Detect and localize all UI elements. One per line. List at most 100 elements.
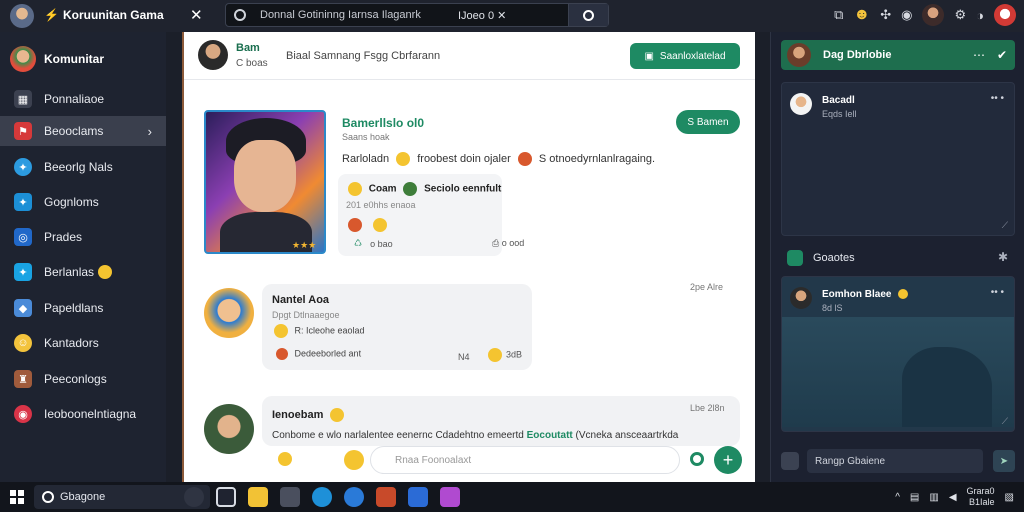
avatar[interactable]	[204, 288, 254, 338]
attach-icon[interactable]	[690, 452, 704, 466]
quote-title: Coam Seciolo eennfult	[344, 182, 501, 196]
smiley-icon[interactable]: ☻	[853, 6, 870, 24]
quote-sub: 201 e0hhs enaoa	[346, 200, 416, 210]
sidebar-item-7[interactable]: ☺ Kantadors	[0, 328, 166, 358]
chat-card[interactable]: Eomhon Blaee 8d lS •• • ⟋	[781, 276, 1015, 432]
profile-avatar[interactable]	[994, 4, 1016, 26]
sticker-icon[interactable]	[344, 450, 364, 470]
reaction-row	[344, 218, 391, 232]
code-icon[interactable]	[408, 487, 428, 507]
search-icon	[583, 9, 594, 21]
card-name: Bacadl	[822, 95, 855, 106]
emoji-icon[interactable]	[781, 452, 799, 470]
post-author[interactable]: Bamerllslo ol0	[342, 116, 424, 130]
search-icon	[42, 491, 54, 503]
panel-input[interactable]: Rangp Gbaiene	[807, 449, 983, 473]
user-avatar[interactable]	[922, 4, 945, 26]
titlebar-icons: ⧉ ☻ ✣ ◉ ⚙ ◑	[834, 4, 1016, 26]
browser-icon[interactable]	[312, 487, 332, 507]
folder-icon[interactable]	[248, 487, 268, 507]
notification-icon[interactable]: ▧	[1005, 492, 1014, 503]
gear-icon[interactable]: ⚙	[954, 7, 966, 23]
sidebar-item-0[interactable]: ▦ Ponnaliaoe	[0, 84, 166, 114]
sidebar-item-5[interactable]: ✦ Berlanlas	[0, 257, 166, 287]
resize-icon[interactable]: ⟋	[1002, 416, 1008, 427]
keyboard-icon[interactable]: ▤	[910, 492, 919, 503]
app-avatar[interactable]	[10, 4, 34, 28]
comment-react-text: R: Icleohe eaolad	[294, 325, 365, 336]
follow-button[interactable]: S Bamen	[676, 110, 740, 134]
clock[interactable]: Grara0 B1Iale	[967, 486, 995, 508]
comment-mention[interactable]: Eocoutatt	[527, 430, 573, 441]
search-button[interactable]	[568, 4, 608, 26]
sidebar-item-3[interactable]: ✦ Gognloms	[0, 187, 166, 217]
edge-icon[interactable]	[344, 487, 364, 507]
more-icon[interactable]: •• •	[991, 287, 1004, 298]
header-action-button[interactable]: ▣ Saanloxlatelad	[630, 43, 740, 69]
bookmark-row[interactable]: ⎙ o ood	[492, 238, 524, 249]
sidebar-item-1[interactable]: ⚑ Beooclams ›	[0, 116, 166, 146]
smiley-icon[interactable]	[278, 452, 292, 466]
right-panel: Dag Dbrlobie ⋯ ✔ Bacadl Eqds Iell •• • ⟋…	[770, 32, 1024, 482]
more-icon[interactable]: •• •	[991, 93, 1004, 104]
smiley-icon	[330, 408, 345, 422]
like-icon: ♺	[354, 238, 363, 248]
post-text-b: froobest doin ojaler	[417, 152, 511, 165]
fire-icon[interactable]	[348, 218, 362, 232]
record-icon[interactable]: ◉	[901, 7, 912, 23]
store-icon[interactable]	[280, 487, 300, 507]
send-icon[interactable]: ➤	[993, 450, 1015, 472]
pin-icon[interactable]: ✱	[998, 250, 1008, 264]
badge-icon	[403, 182, 418, 196]
comment-author[interactable]: Nantel Aoa	[272, 294, 329, 306]
game-icon[interactable]	[440, 487, 460, 507]
chevron-up-icon[interactable]: ^	[895, 492, 900, 503]
react-count[interactable]: 3dB	[484, 348, 522, 362]
comment-timestamp: Lbe 2l8n	[690, 403, 725, 413]
app-title-text: Koruunitan Gama	[62, 8, 164, 22]
search-input[interactable]: Donnal Gotininng Iarnsa Ilaganrk	[260, 9, 421, 21]
chat-icon[interactable]	[184, 487, 204, 507]
sidebar-item-4[interactable]: ◎ Prades	[0, 222, 166, 252]
sidebar-item-6[interactable]: ◆ Papeldlans	[0, 293, 166, 323]
sidebar-profile[interactable]: Komunitar	[10, 46, 104, 72]
smiley-icon[interactable]	[274, 324, 288, 338]
more-icon[interactable]: ⋯	[973, 48, 985, 62]
puzzle-icon[interactable]: ⧉	[834, 7, 843, 23]
comment-reply[interactable]: Dedeeborled ant	[272, 348, 361, 360]
taskbar-search-text: Gbagone	[60, 491, 106, 503]
bookmark-count: o ood	[501, 238, 525, 248]
avatar	[790, 287, 812, 309]
sidebar-item-9[interactable]: ◉ Ieoboonelntiagna	[0, 399, 166, 429]
comment-input[interactable]: Rnaa Foonoalaxt	[370, 446, 680, 474]
avatar[interactable]	[787, 43, 811, 67]
avatar[interactable]	[204, 404, 254, 454]
sidebar-item-2[interactable]: ✦ Beeorlg Nals	[0, 152, 166, 182]
settings-icon[interactable]: ✣	[880, 7, 891, 23]
windows-icon[interactable]	[10, 490, 24, 504]
volume-icon[interactable]: ◀	[949, 492, 957, 503]
search-bar[interactable]: Donnal Gotininng Iarnsa Ilaganrk IJoeo 0…	[225, 3, 609, 27]
chat-card[interactable]: Bacadl Eqds Iell •• • ⟋	[781, 82, 1015, 236]
record-icon: ◉	[14, 405, 32, 423]
resize-icon[interactable]: ⟋	[1002, 220, 1008, 231]
bell-icon[interactable]: ◑	[976, 8, 984, 23]
close-icon[interactable]: ✕	[190, 6, 203, 24]
app-icon[interactable]	[376, 487, 396, 507]
avatar[interactable]	[198, 40, 228, 70]
post-image[interactable]: ★★★	[204, 110, 326, 254]
comment-author[interactable]: Ienoebam	[272, 408, 348, 422]
card-name: Eomhon Blaee	[822, 289, 912, 300]
scene-shape	[902, 347, 992, 427]
smiley-icon[interactable]	[373, 218, 388, 232]
face-shape	[234, 140, 296, 212]
avatar	[10, 46, 36, 72]
check-icon[interactable]: ✔	[997, 48, 1007, 62]
send-button[interactable]: +	[714, 446, 742, 474]
like-row[interactable]: ♺ o bao	[354, 238, 393, 249]
sidebar-item-8[interactable]: ♜ Peeconlogs	[0, 364, 166, 394]
task-view-icon[interactable]	[216, 487, 236, 507]
network-icon[interactable]: ▥	[929, 492, 938, 503]
reply-count[interactable]: N4	[458, 352, 470, 362]
search-clear[interactable]: 0 ✕	[488, 10, 506, 22]
